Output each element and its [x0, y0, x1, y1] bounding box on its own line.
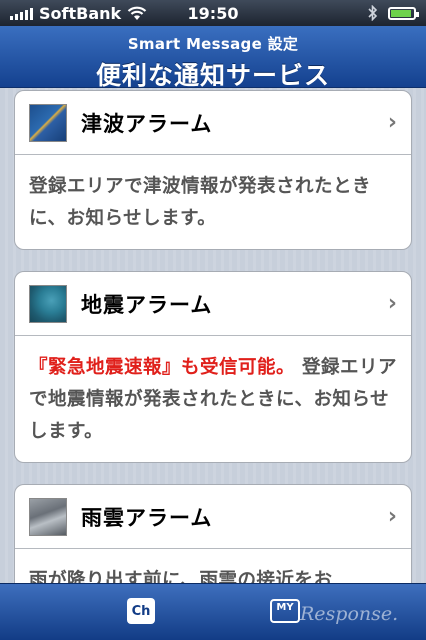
battery-icon — [388, 6, 419, 20]
tsunami-alarm-card: 津波アラーム › 登録エリアで津波情報が発表されたときに、お知らせします。 — [14, 90, 412, 250]
rain-cloud-alarm-text: 雨が降り出す前に、雨雲の接近をお — [29, 570, 333, 583]
tsunami-alarm-description: 登録エリアで津波情報が発表されたときに、お知らせします。 — [15, 155, 411, 249]
status-bar: SoftBank 19:50 — [0, 0, 426, 26]
wifi-icon — [127, 6, 147, 20]
earthquake-alarm-title: 地震アラーム — [81, 292, 213, 317]
settings-list[interactable]: 津波アラーム › 登録エリアで津波情報が発表されたときに、お知らせします。 地震… — [0, 88, 426, 583]
channel-tab-label: Ch — [131, 603, 151, 619]
response-watermark: Response. — [300, 603, 399, 625]
tsunami-alarm-text: 登録エリアで津波情報が発表されたときに、お知らせします。 — [29, 176, 372, 229]
tsunami-alarm-row[interactable]: 津波アラーム › — [15, 91, 411, 155]
earthquake-alarm-card: 地震アラーム › 『緊急地震速報』も受信可能。 登録エリアで地震情報が発表された… — [14, 271, 412, 463]
my-tab-label: MY — [276, 602, 294, 613]
bluetooth-icon — [368, 5, 378, 21]
navigation-bar: Smart Message 設定 便利な通知サービス — [0, 26, 426, 90]
chevron-right-icon: › — [387, 110, 397, 135]
rain-cloud-map-icon — [29, 497, 67, 536]
rain-cloud-alarm-row[interactable]: 雨雲アラーム › — [15, 485, 411, 549]
signal-strength-icon — [10, 6, 33, 20]
tsunami-map-icon — [29, 103, 67, 142]
earthquake-map-icon — [29, 284, 67, 323]
rain-cloud-alarm-title: 雨雲アラーム — [81, 505, 213, 530]
chevron-right-icon: › — [387, 504, 397, 529]
my-tab[interactable]: MY — [270, 597, 300, 625]
my-tv-icon: MY — [270, 599, 300, 623]
nav-subtitle: Smart Message 設定 — [127, 35, 299, 53]
battery-level — [391, 9, 411, 17]
earthquake-alarm-description: 『緊急地震速報』も受信可能。 登録エリアで地震情報が発表されたときに、お知らせし… — [15, 336, 411, 462]
rain-cloud-alarm-card: 雨雲アラーム › 雨が降り出す前に、雨雲の接近をお — [14, 484, 412, 583]
rain-cloud-alarm-description: 雨が降り出す前に、雨雲の接近をお — [15, 549, 411, 583]
chevron-right-icon: › — [387, 291, 397, 316]
tsunami-alarm-title: 津波アラーム — [81, 111, 213, 136]
emergency-quake-notice: 『緊急地震速報』も受信可能。 — [29, 357, 296, 378]
carrier-name: SoftBank — [39, 3, 122, 23]
channel-tab[interactable]: Ch — [127, 598, 155, 624]
page-title: 便利な通知サービス — [95, 61, 330, 90]
earthquake-alarm-row[interactable]: 地震アラーム › — [15, 272, 411, 336]
